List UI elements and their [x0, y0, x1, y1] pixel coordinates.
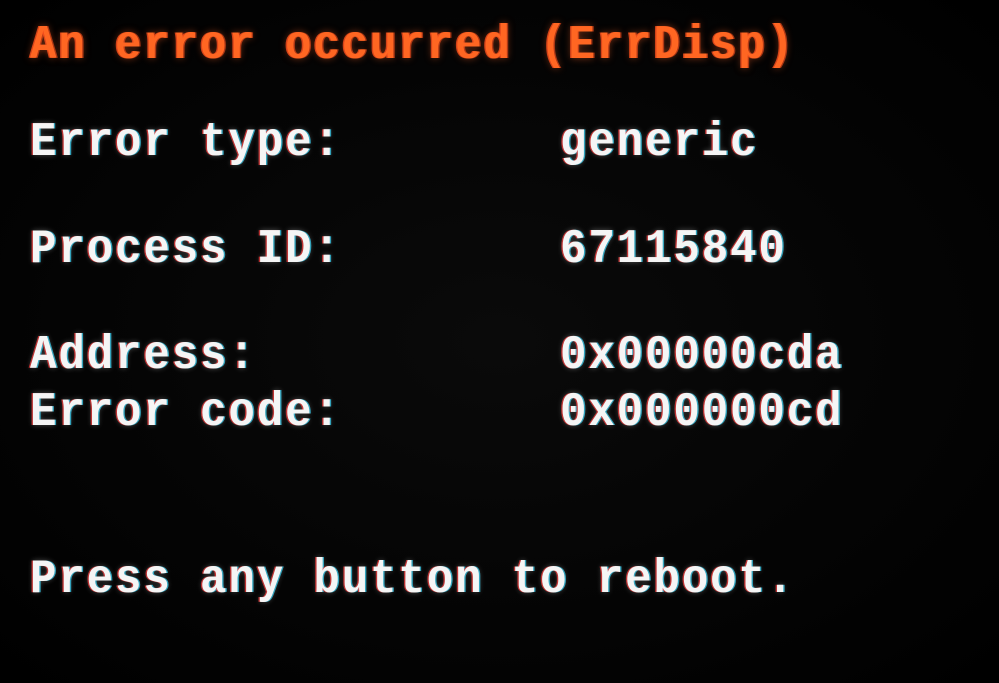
error-code-value: 0x000000cd	[560, 387, 936, 440]
process-id-label: Process ID:	[30, 224, 518, 277]
address-value: 0x00000cda	[560, 330, 936, 383]
address-label: Address:	[30, 330, 518, 383]
error-code-label: Error code:	[30, 387, 518, 440]
reboot-prompt[interactable]: Press any button to reboot.	[30, 554, 894, 607]
error-type-label: Error type:	[30, 117, 518, 170]
process-id-value: 67115840	[560, 224, 936, 277]
error-type-value: generic	[560, 117, 936, 170]
error-title: An error occurred (ErrDisp)	[30, 20, 894, 73]
